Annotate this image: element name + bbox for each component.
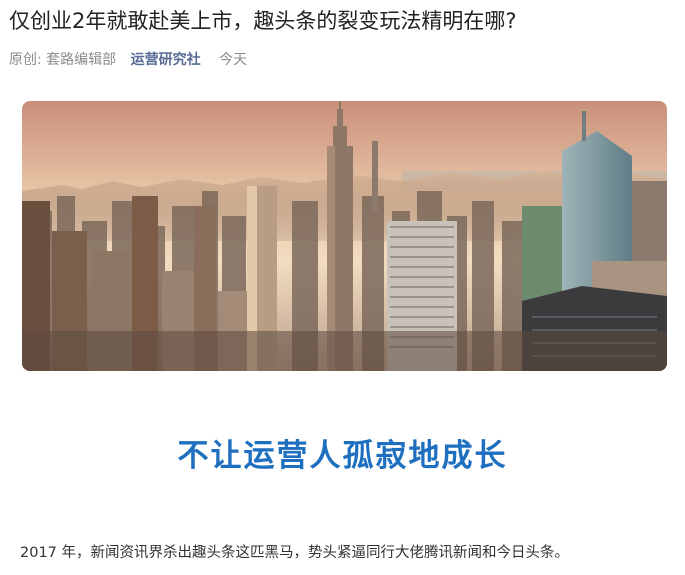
article-title: 仅创业2年就敢赴美上市，趣头条的裂变玩法精明在哪? [9,9,517,33]
slogan-banner: 不让运营人孤寂地成长 [177,438,508,474]
publish-date: 今天 [219,52,248,68]
hero-image [22,101,667,371]
account-link[interactable]: 运营研究社 [131,49,201,71]
article-paragraph: 2017 年，新闻资讯界杀出趣头条这匹黑马，势头紧逼同行大佬腾讯新闻和今日头条。 [20,545,570,561]
original-label: 原创: [9,52,42,68]
article-meta: 原创: 套路编辑部 运营研究社 今天 [9,49,247,71]
author-name: 套路编辑部 [46,52,117,68]
